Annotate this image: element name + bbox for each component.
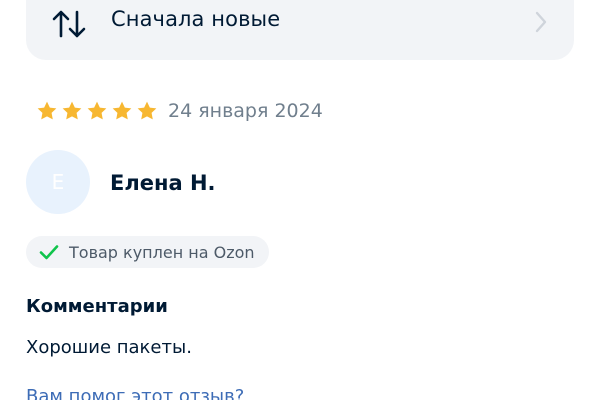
helpful-question-link[interactable]: Вам помог этот отзыв? — [26, 386, 244, 400]
check-icon — [39, 245, 59, 260]
star-icon — [37, 101, 57, 120]
star-icon — [137, 101, 157, 120]
comment-text: Хорошие пакеты. — [26, 337, 192, 358]
purchase-badge-text: Товар куплен на Ozon — [69, 242, 255, 262]
chevron-right-icon — [535, 11, 547, 33]
star-rating — [36, 100, 158, 122]
star-icon — [87, 101, 107, 120]
purchase-badge: Товар куплен на Ozon — [26, 236, 269, 268]
avatar-initial: Е — [51, 170, 65, 194]
star-icon — [62, 101, 82, 120]
author-name: Елена Н. — [110, 171, 216, 195]
comment-heading: Комментарии — [26, 296, 168, 317]
sort-label: Сначала новые — [111, 7, 281, 31]
review-date: 24 января 2024 — [168, 100, 323, 122]
star-icon — [112, 101, 132, 120]
sort-arrows-icon — [52, 10, 86, 38]
avatar: Е — [26, 150, 90, 214]
review-rating-row: 24 января 2024 — [36, 100, 323, 122]
sort-selector[interactable]: Сначала новые — [26, 0, 574, 60]
